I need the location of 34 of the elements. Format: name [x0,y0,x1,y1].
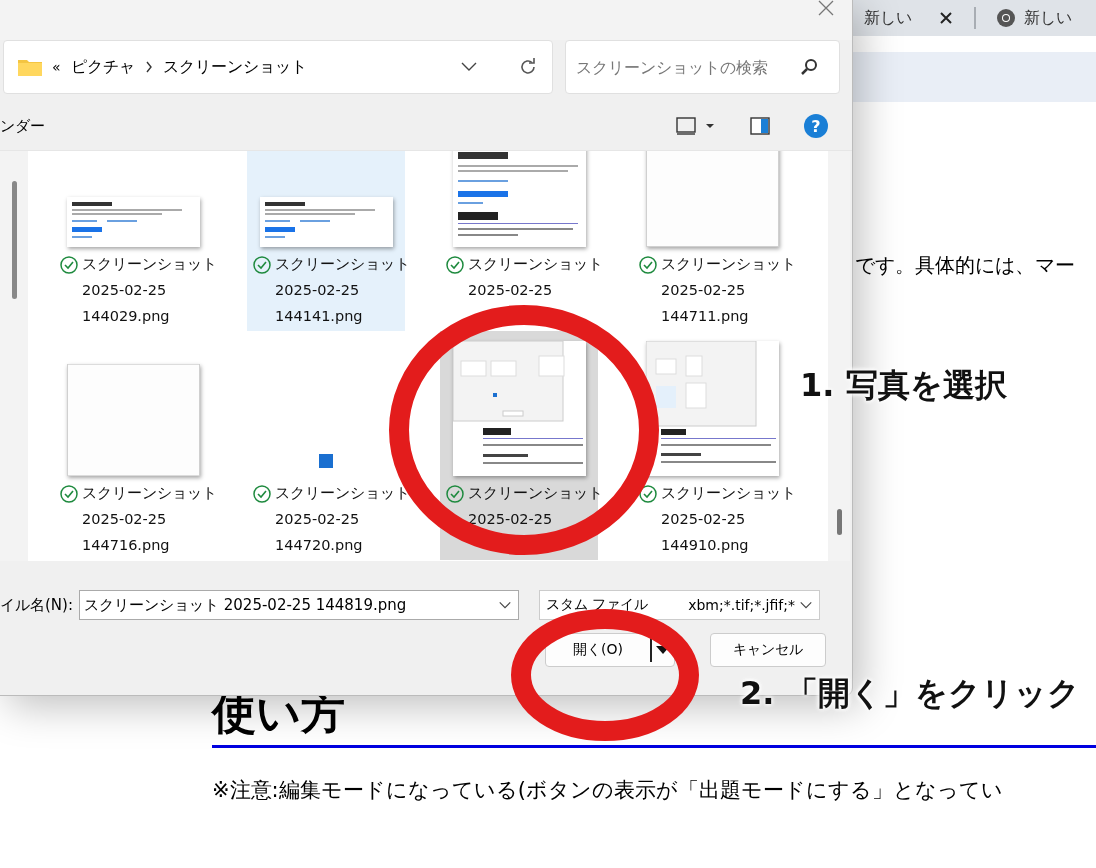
file-name: 144716.png [82,536,170,553]
tab-title: 新しい [864,7,912,29]
file-name: 2025-02-25 [468,282,553,299]
file-name: 2025-02-25 [275,511,360,528]
file-name: 144029.png [82,307,170,324]
breadcrumb-item[interactable]: ピクチャ [70,56,135,78]
note-text: ※注意:編集モードになっている(ボタンの表示が「出題モードにする」となってい [212,777,1004,804]
toolbar-label[interactable]: ンダー [0,116,45,136]
search-field[interactable]: スクリーンショットの検索 [565,40,840,94]
file-name: 144711.png [661,307,749,324]
file-name: 144910.png [661,536,749,553]
browser-tab[interactable]: 新しい [860,0,980,36]
file-name-label: イル名(N): [0,595,73,615]
address-bar[interactable]: « ピクチャ スクリーンショット [3,40,553,94]
annotation-text: 1. 写真を選択 [800,365,1007,406]
annotation-text: 2. 「開く」をクリック [740,673,1080,714]
file-name: 2025-02-25 [82,282,167,299]
breadcrumb-item[interactable]: スクリーンショット [162,56,307,78]
file-name-field[interactable]: スクリーンショット 2025-02-25 144819.png [79,590,519,620]
file-name: 2025-02-25 [661,511,746,528]
file-name: 2025-02-25 [468,511,553,528]
help-button[interactable]: ? [804,114,828,138]
tab-title: 新しい [1024,7,1072,29]
browser-tab[interactable]: 新しい [980,0,1076,36]
file-name: 2025-02-25 [82,511,167,528]
file-type-dropdown[interactable]: スタム ファイル xbm;*.tif;*.jfif;* [539,590,820,620]
file-item[interactable]: スクリーンショット 2025-02-25 144141.png [247,151,405,331]
file-name: 2025-02-25 [275,282,360,299]
file-name: 144720.png [275,536,363,553]
body-text: です。具体的には、マー [855,252,1076,279]
file-name: 144141.png [275,307,363,324]
overflow-chevron[interactable]: « [52,59,61,75]
cancel-button[interactable]: キャンセル [710,633,826,667]
file-name: 2025-02-25 [661,282,746,299]
